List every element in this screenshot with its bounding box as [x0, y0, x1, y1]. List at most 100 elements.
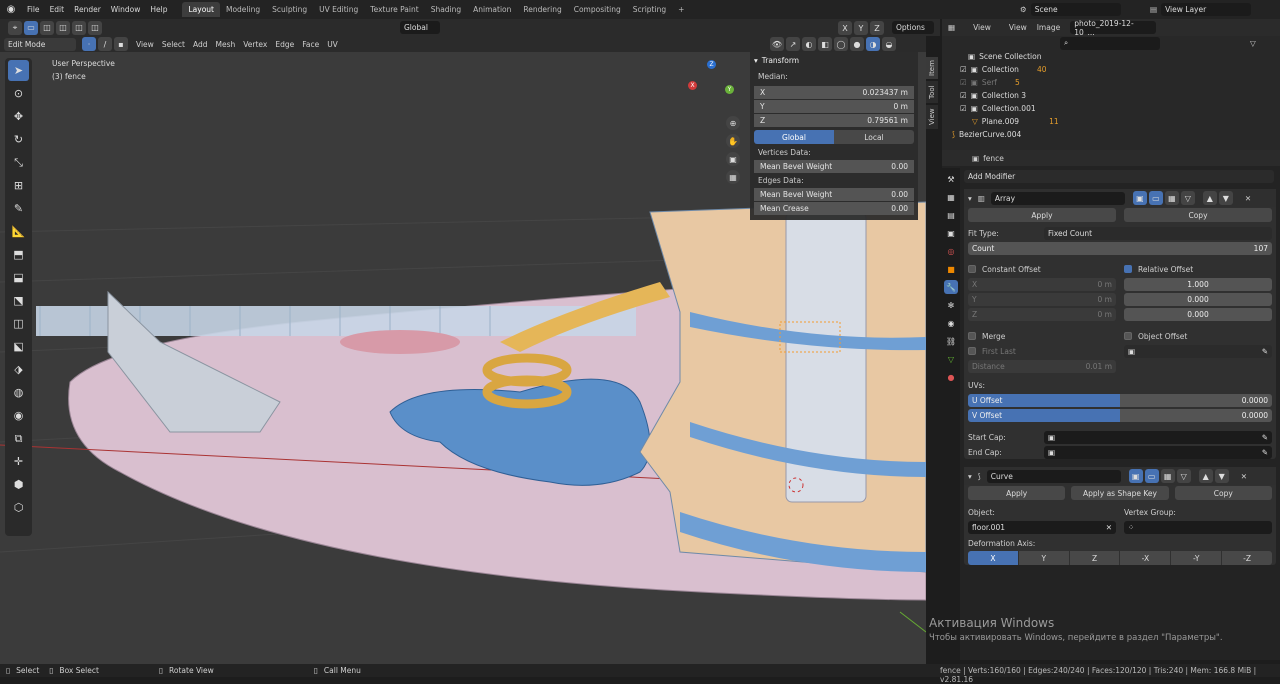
relative-offset-row[interactable]: Relative Offset: [1124, 262, 1272, 276]
eyedropper-icon[interactable]: ✎: [1262, 347, 1268, 356]
first-last-row[interactable]: First Last: [968, 344, 1116, 358]
z-field[interactable]: Z 0.79561 m: [754, 114, 914, 127]
rotate-tool-icon[interactable]: ↻: [8, 129, 29, 150]
merge-checkbox[interactable]: [968, 332, 976, 340]
array-name-field[interactable]: Array: [990, 191, 1125, 205]
axis-neg-z-button[interactable]: -Z: [1222, 551, 1272, 565]
select-mode-icon[interactable]: ◫: [40, 20, 54, 35]
shrink-tool-icon[interactable]: ✛: [8, 451, 29, 472]
menu-face[interactable]: Face: [302, 40, 319, 49]
camera-toggle-icon[interactable]: ▣: [1128, 469, 1143, 483]
offset-object-field[interactable]: ▣ ✎: [1124, 344, 1272, 358]
menu-image[interactable]: Image: [1037, 23, 1061, 32]
eyedropper-icon[interactable]: ✎: [1262, 448, 1268, 457]
tab-view[interactable]: View: [926, 105, 938, 129]
wireframe-icon[interactable]: ◯: [834, 37, 848, 51]
copy-button[interactable]: Copy: [1174, 486, 1272, 500]
co-y-field[interactable]: Y 0 m: [968, 292, 1116, 306]
menu-edge[interactable]: Edge: [275, 40, 294, 49]
face-select-icon[interactable]: ▪: [114, 37, 128, 51]
zoom-icon[interactable]: ⊕: [726, 116, 740, 130]
material-tab-icon[interactable]: ●: [944, 370, 958, 384]
close-icon[interactable]: ✕: [1241, 472, 1247, 481]
add-workspace-button[interactable]: +: [672, 2, 690, 17]
editmode-toggle-icon[interactable]: ▦: [1164, 191, 1179, 205]
collapse-arrow-icon[interactable]: ▾: [968, 194, 972, 203]
constant-offset-checkbox[interactable]: [968, 265, 976, 273]
grid-view-icon[interactable]: ▦: [726, 170, 740, 184]
knife-tool-icon[interactable]: ⬕: [8, 336, 29, 357]
filter-icon[interactable]: ▽: [1250, 39, 1256, 48]
add-modifier-dropdown[interactable]: Add Modifier: [964, 170, 1274, 183]
x-field[interactable]: X 0.023437 m: [754, 86, 914, 99]
measure-tool-icon[interactable]: 📐: [8, 221, 29, 242]
display-toggle-icon[interactable]: ▭: [1144, 469, 1159, 483]
global-button[interactable]: Global: [754, 130, 834, 144]
editor-type-icon[interactable]: ▦: [948, 23, 955, 32]
camera-toggle-icon[interactable]: ▣: [1132, 191, 1147, 205]
co-x-field[interactable]: X 0 m: [968, 277, 1116, 291]
material-preview-icon[interactable]: ◑: [866, 37, 880, 51]
gizmo-x-axis[interactable]: X: [688, 81, 697, 90]
tab-scripting[interactable]: Scripting: [627, 2, 672, 17]
distance-field[interactable]: Distance 0.01 m: [968, 359, 1116, 373]
scene-tab-icon[interactable]: ◎: [944, 244, 958, 258]
ro-x-field[interactable]: 1.000: [1124, 277, 1272, 291]
menu-window[interactable]: Window: [106, 5, 146, 14]
axis-neg-x-button[interactable]: -X: [1120, 551, 1171, 565]
constraints-tab-icon[interactable]: ⛓: [944, 334, 958, 348]
inset-tool-icon[interactable]: ⬓: [8, 267, 29, 288]
scene-field[interactable]: Scene: [1030, 3, 1121, 16]
navigation-gizmo[interactable]: Z X Y: [688, 60, 736, 110]
relative-offset-checkbox[interactable]: [1124, 265, 1132, 273]
outliner-row[interactable]: ☑ ▣ Collection 40: [942, 63, 1280, 76]
select-mode-icon[interactable]: ◫: [88, 20, 102, 35]
cage-toggle-icon[interactable]: ▽: [1176, 469, 1191, 483]
apply-shape-key-button[interactable]: Apply as Shape Key: [1071, 486, 1169, 500]
axis-z-button[interactable]: Z: [1069, 551, 1120, 565]
edge-slide-tool-icon[interactable]: ⧉: [8, 428, 29, 449]
clear-icon[interactable]: ✕: [1106, 523, 1112, 532]
curve-object-field[interactable]: floor.001 ✕: [968, 520, 1116, 534]
menu-help[interactable]: Help: [145, 5, 172, 14]
outliner-row[interactable]: ☑ ▣ Collection.001: [942, 102, 1280, 115]
tab-tool[interactable]: Tool: [926, 81, 938, 103]
gizmo-z-axis[interactable]: Z: [707, 60, 716, 69]
menu-select[interactable]: Select: [162, 40, 185, 49]
menu-uv[interactable]: UV: [327, 40, 338, 49]
close-icon[interactable]: ✕: [1245, 194, 1251, 203]
display-toggle-icon[interactable]: ▭: [1148, 191, 1163, 205]
vertex-group-field[interactable]: ⁘: [1124, 520, 1272, 534]
data-tab-icon[interactable]: ▽: [944, 352, 958, 366]
vertex-select-icon[interactable]: ·: [82, 37, 96, 51]
object-offset-row[interactable]: Object Offset: [1124, 329, 1272, 343]
mode-dropdown[interactable]: Edit Mode: [4, 37, 76, 51]
end-cap-field[interactable]: ▣ ✎: [1044, 445, 1272, 459]
apply-button[interactable]: Apply: [968, 486, 1066, 500]
menu-mesh[interactable]: Mesh: [215, 40, 235, 49]
render-tab-icon[interactable]: ▦: [944, 190, 958, 204]
axis-neg-y-button[interactable]: -Y: [1171, 551, 1222, 565]
vertex-bevel-field[interactable]: Mean Bevel Weight 0.00: [754, 160, 914, 173]
select-mode-icon[interactable]: ◫: [56, 20, 70, 35]
smooth-tool-icon[interactable]: ◉: [8, 405, 29, 426]
outliner-row[interactable]: ☑ ▣ Collection 3: [942, 89, 1280, 102]
image-name-field[interactable]: photo_2019-12-10_...: [1070, 19, 1157, 37]
outliner-row[interactable]: ▽ Plane.009 11: [942, 115, 1280, 128]
tool-tab-icon[interactable]: ⚒: [944, 172, 958, 186]
overlay-icon[interactable]: ◐: [802, 37, 816, 51]
move-down-icon[interactable]: ▼: [1218, 191, 1233, 205]
tab-shading[interactable]: Shading: [425, 2, 467, 17]
menu-add[interactable]: Add: [193, 40, 208, 49]
start-cap-field[interactable]: ▣ ✎: [1044, 430, 1272, 444]
options-dropdown[interactable]: Options: [892, 21, 934, 34]
u-offset-field[interactable]: U Offset 0.0000: [968, 393, 1272, 407]
xray-icon[interactable]: ◧: [818, 37, 832, 51]
view-layer-tab-icon[interactable]: ▣: [944, 226, 958, 240]
gizmo-icon[interactable]: ↗: [786, 37, 800, 51]
object-offset-checkbox[interactable]: [1124, 332, 1132, 340]
copy-button[interactable]: Copy: [1124, 208, 1272, 222]
poly-build-tool-icon[interactable]: ⬗: [8, 359, 29, 380]
axis-x-button[interactable]: X: [968, 551, 1018, 565]
menu-vertex[interactable]: Vertex: [243, 40, 267, 49]
